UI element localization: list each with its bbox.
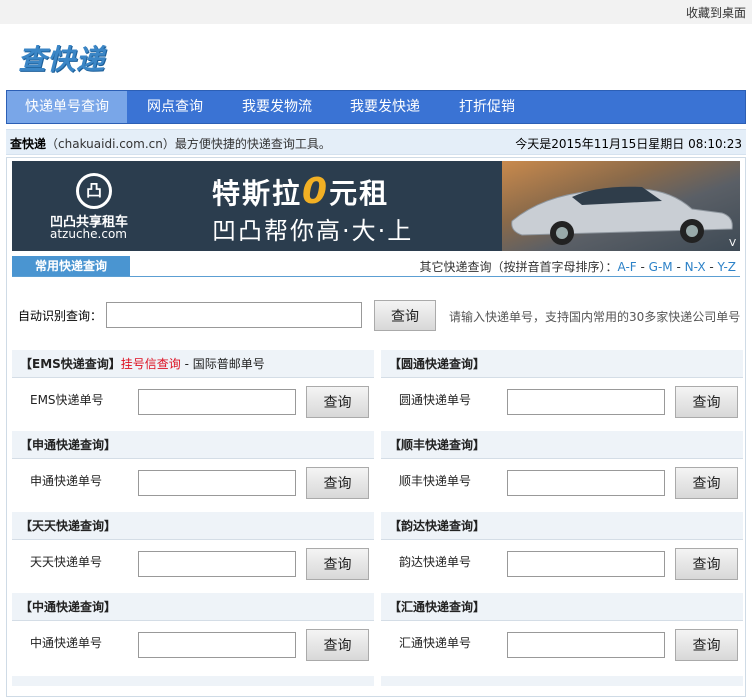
- panel-title: 【韵达快递查询】: [381, 512, 743, 540]
- info-bar: 查快递（chakuaidi.com.cn）最方便快捷的快递查询工具。 今天是20…: [6, 129, 746, 155]
- yunda-tracking-input[interactable]: [507, 551, 665, 577]
- nav-send-express[interactable]: 我要发快递: [331, 91, 439, 123]
- auto-detect-hint: 请输入快递单号，支持国内常用的30多家快递公司单号: [449, 310, 741, 324]
- panel-tiantian: 【天天快递查询】 天天快递单号 查询: [12, 512, 374, 590]
- panel-title: 【EMS快递查询】挂号信查询 - 国际普邮单号: [12, 350, 374, 378]
- panel-huitong: 【汇通快递查询】 汇通快递单号 查询: [381, 593, 743, 671]
- tiantian-query-button[interactable]: 查询: [306, 548, 369, 580]
- zhongtong-tracking-input[interactable]: [138, 632, 296, 658]
- tracking-number-label: 天天快递单号: [30, 555, 103, 569]
- tiantian-tracking-input[interactable]: [138, 551, 296, 577]
- yuantong-tracking-input[interactable]: [507, 389, 665, 415]
- panel-shentong: 【申通快递查询】 申通快递单号 查询: [12, 431, 374, 509]
- banner-headline-zero: 0: [302, 171, 330, 212]
- yunda-query-button[interactable]: 查询: [675, 548, 738, 580]
- banner-brand: 凸 凹凸共享租车 atzuche.com: [12, 161, 172, 251]
- panel-yunda: 【韵达快递查询】 韵达快递单号 查询: [381, 512, 743, 590]
- index-link-y-z[interactable]: Y-Z: [718, 260, 736, 274]
- tracking-number-label: 汇通快递单号: [399, 636, 472, 650]
- zhongtong-query-button[interactable]: 查询: [306, 629, 369, 661]
- shentong-tracking-input[interactable]: [138, 470, 296, 496]
- tracking-number-label: 圆通快递单号: [399, 393, 472, 407]
- site-brand: 查快递: [10, 137, 47, 151]
- main-nav: 快递单号查询 网点查询 我要发物流 我要发快递 打折促销: [6, 90, 746, 124]
- index-link-g-m[interactable]: G-M: [649, 260, 673, 274]
- index-link-a-f[interactable]: A-F: [618, 260, 637, 274]
- index-separator: -: [636, 260, 649, 274]
- index-separator: -: [672, 260, 685, 274]
- panel-title: 【圆通快递查询】: [381, 350, 743, 378]
- car-illustration: [511, 186, 733, 245]
- tracking-number-label: 韵达快递单号: [399, 555, 472, 569]
- banner-headline-pre: 特斯拉: [212, 177, 303, 210]
- panel-next-left-partial: [12, 676, 374, 686]
- nav-send-logistics[interactable]: 我要发物流: [223, 91, 331, 123]
- auto-detect-input[interactable]: [106, 302, 362, 328]
- panel-title: 【中通快递查询】: [12, 593, 374, 621]
- ad-banner[interactable]: 凸 凹凸共享租车 atzuche.com 特斯拉0元租 凹凸帮你高·大·上 V: [12, 161, 740, 251]
- shentong-query-button[interactable]: 查询: [306, 467, 369, 499]
- index-separator: -: [705, 260, 718, 274]
- banner-headline-post: 元租: [329, 177, 390, 210]
- banner-corner-mark: V: [729, 238, 736, 249]
- tracking-number-label: EMS快递单号: [30, 393, 104, 407]
- panel-yuantong: 【圆通快递查询】 圆通快递单号 查询: [381, 350, 743, 428]
- registered-mail-query-link[interactable]: 挂号信查询: [121, 357, 181, 371]
- ems-query-button[interactable]: 查询: [306, 386, 369, 418]
- query-tab-row: 常用快递查询 其它快递查询（按拼音首字母排序）：A-F - G-M - N-X …: [12, 256, 740, 277]
- huitong-query-button[interactable]: 查询: [675, 629, 738, 661]
- banner-brand-url: atzuche.com: [50, 227, 127, 241]
- panel-shunfeng: 【顺丰快递查询】 顺丰快递单号 查询: [381, 431, 743, 509]
- shunfeng-query-button[interactable]: 查询: [675, 467, 738, 499]
- site-logo[interactable]: 查快递: [18, 38, 105, 78]
- yuantong-query-button[interactable]: 查询: [675, 386, 738, 418]
- banner-subline: 凹凸帮你高·大·上: [212, 217, 414, 245]
- other-express-label: 其它快递查询（按拼音首字母排序）：: [419, 260, 618, 274]
- panel-ems: 【EMS快递查询】挂号信查询 - 国际普邮单号 EMS快递单号 查询: [12, 350, 374, 428]
- banner-headline: 特斯拉0元租: [212, 171, 389, 212]
- panel-title-text: 【EMS快递查询】: [20, 357, 121, 371]
- ems-tracking-input[interactable]: [138, 389, 296, 415]
- tracking-number-label: 中通快递单号: [30, 636, 103, 650]
- nav-discount-promo[interactable]: 打折促销: [439, 91, 535, 123]
- tab-common-express[interactable]: 常用快递查询: [12, 256, 130, 276]
- other-express-index: 其它快递查询（按拼音首字母排序）：A-F - G-M - N-X - Y-Z: [420, 258, 737, 275]
- panel-title: 【汇通快递查询】: [381, 593, 743, 621]
- panel-title: 【顺丰快递查询】: [381, 431, 743, 459]
- nav-tracking-query[interactable]: 快递单号查询: [7, 91, 127, 123]
- index-link-n-x[interactable]: N-X: [685, 260, 706, 274]
- shunfeng-tracking-input[interactable]: [507, 470, 665, 496]
- auto-detect-label: 自动识别查询：: [18, 309, 103, 323]
- header: 查快递: [0, 24, 752, 90]
- intl-mail-note: - 国际普邮单号: [180, 357, 265, 371]
- atzuche-logo-icon: 凸: [76, 173, 112, 209]
- panel-title: 【申通快递查询】: [12, 431, 374, 459]
- panel-title: 【天天快递查询】: [12, 512, 374, 540]
- tracking-number-label: 申通快递单号: [30, 474, 103, 488]
- top-bar: 收藏到桌面: [0, 0, 752, 24]
- auto-detect-query-button[interactable]: 查询: [374, 300, 436, 331]
- tracking-number-label: 顺丰快递单号: [399, 474, 472, 488]
- panel-next-right-partial: [381, 676, 743, 686]
- site-description: 查快递（chakuaidi.com.cn）最方便快捷的快递查询工具。: [10, 135, 331, 152]
- add-to-desktop-link[interactable]: 收藏到桌面: [686, 4, 746, 21]
- current-datetime: 今天是2015年11月15日星期日 08:10:23: [515, 137, 742, 151]
- site-tagline: （chakuaidi.com.cn）最方便快捷的快递查询工具。: [46, 137, 331, 151]
- nav-outlet-query[interactable]: 网点查询: [127, 91, 223, 123]
- huitong-tracking-input[interactable]: [507, 632, 665, 658]
- panel-zhongtong: 【中通快递查询】 中通快递单号 查询: [12, 593, 374, 671]
- banner-car-image: [502, 161, 740, 251]
